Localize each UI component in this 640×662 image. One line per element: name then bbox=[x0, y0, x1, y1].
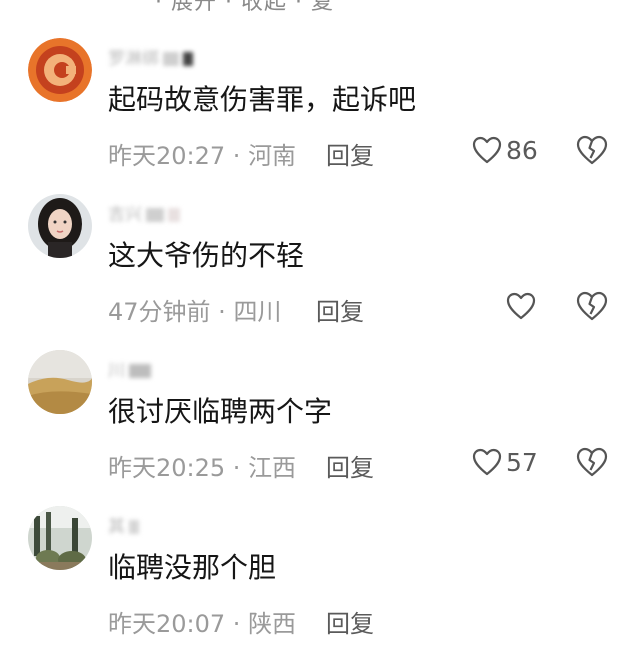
comment-item: 川 很讨厌临聘两个字 昨天20:25 · 江西 回复 57 bbox=[0, 350, 640, 506]
desert-landscape-avatar[interactable] bbox=[28, 350, 92, 414]
previous-comment-fragment: · 展开 · 收起 · 复 bbox=[155, 0, 334, 15]
comment-meta: 昨天20:07 · 陕西 bbox=[108, 610, 297, 638]
comment-item: 其 临聘没那个胆 昨天20:07 · 陕西 回复 bbox=[0, 506, 640, 662]
like-count: 86 bbox=[506, 135, 538, 165]
location: 陕西 bbox=[248, 610, 297, 638]
comment-meta: 47分钟前 · 四川 bbox=[108, 298, 282, 326]
username[interactable]: 吉兴 bbox=[108, 200, 180, 225]
cactus-photo-avatar[interactable] bbox=[28, 506, 92, 570]
reply-button[interactable]: 回复 bbox=[326, 604, 374, 639]
dislike-button[interactable] bbox=[576, 291, 608, 321]
reply-button[interactable]: 回复 bbox=[316, 292, 364, 327]
orange-logo-avatar[interactable] bbox=[28, 38, 92, 102]
like-button[interactable]: 86 bbox=[472, 134, 538, 166]
heart-icon bbox=[506, 292, 536, 320]
like-button[interactable] bbox=[506, 290, 540, 322]
location: 江西 bbox=[248, 454, 297, 482]
reply-button[interactable]: 回复 bbox=[326, 448, 374, 483]
heart-icon bbox=[472, 448, 502, 476]
location: 河南 bbox=[248, 142, 297, 170]
broken-heart-icon bbox=[576, 135, 608, 165]
dislike-button[interactable] bbox=[576, 135, 608, 165]
broken-heart-icon bbox=[576, 291, 608, 321]
comment-text: 很讨厌临聘两个字 bbox=[108, 395, 333, 428]
username[interactable]: 罗淋绑 bbox=[108, 44, 193, 69]
comment-meta: 昨天20:25 · 江西 bbox=[108, 454, 297, 482]
timestamp: 47分钟前 bbox=[108, 298, 211, 326]
heart-icon bbox=[472, 136, 502, 164]
comment-item: 罗淋绑 起码故意伤害罪，起诉吧 昨天20:27 · 河南 回复 86 bbox=[0, 38, 640, 194]
timestamp: 昨天20:25 bbox=[108, 454, 226, 482]
comment-text: 起码故意伤害罪，起诉吧 bbox=[108, 83, 417, 116]
username[interactable]: 川 bbox=[108, 356, 151, 381]
comment-item: 吉兴 这大爷伤的不轻 47分钟前 · 四川 回复 bbox=[0, 194, 640, 350]
like-button[interactable]: 57 bbox=[472, 446, 538, 478]
like-count: 57 bbox=[506, 447, 538, 477]
timestamp: 昨天20:27 bbox=[108, 142, 226, 170]
comment-text: 临聘没那个胆 bbox=[108, 551, 277, 584]
broken-heart-icon bbox=[576, 447, 608, 477]
username[interactable]: 其 bbox=[108, 512, 139, 537]
dislike-button[interactable] bbox=[576, 447, 608, 477]
timestamp: 昨天20:07 bbox=[108, 610, 226, 638]
comment-text: 这大爷伤的不轻 bbox=[108, 239, 305, 272]
comment-meta: 昨天20:27 · 河南 bbox=[108, 142, 297, 170]
reply-button[interactable]: 回复 bbox=[326, 136, 374, 171]
location: 四川 bbox=[233, 298, 282, 326]
woman-portrait-avatar[interactable] bbox=[28, 194, 92, 258]
